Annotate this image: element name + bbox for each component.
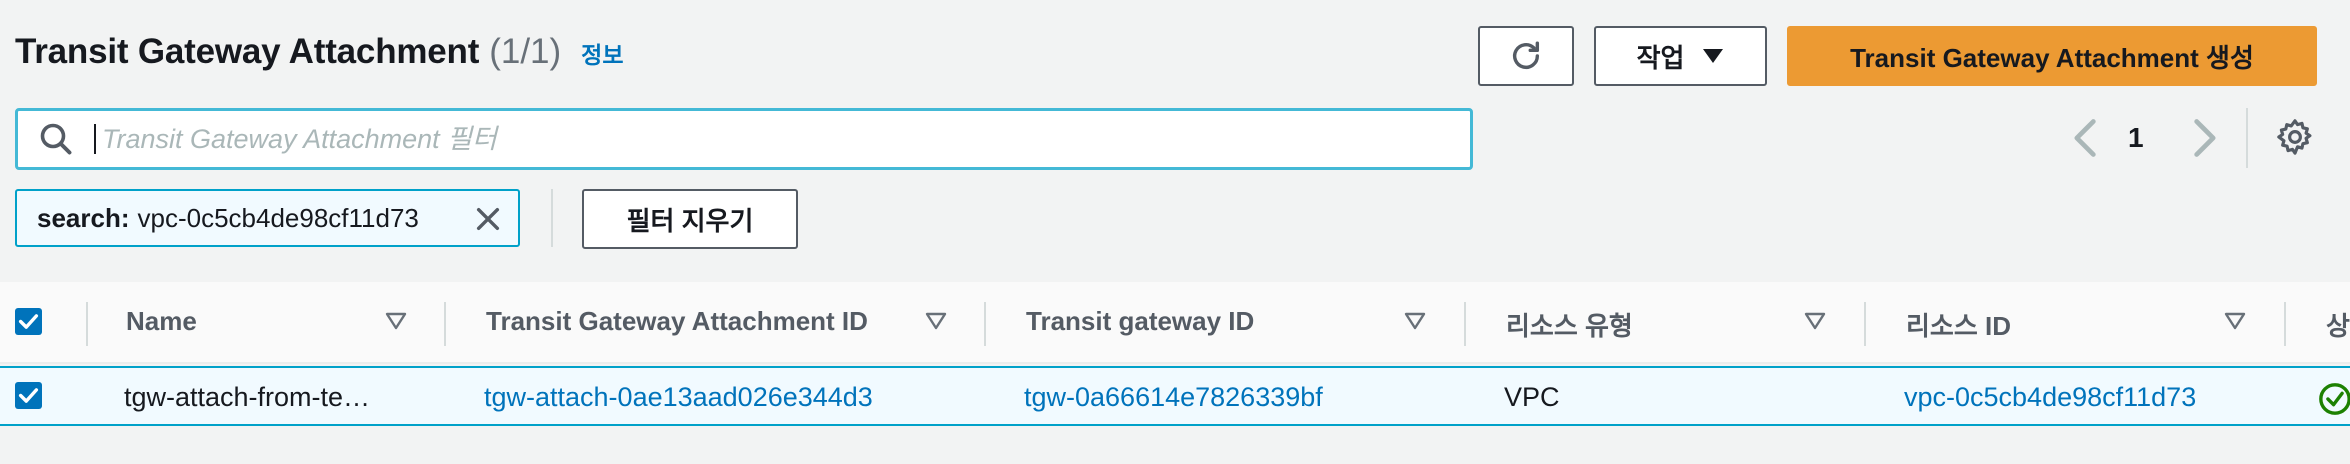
sort-icon[interactable] [1804,312,1826,330]
column-divider [444,302,446,346]
next-page-icon[interactable] [2184,116,2224,160]
close-icon[interactable] [472,203,504,235]
row-checkbox[interactable] [15,382,42,409]
current-page[interactable]: 1 [2128,122,2144,154]
column-divider [2284,302,2286,346]
cell-name: tgw-attach-from-te… [124,382,371,412]
column-header-name[interactable]: Name [126,306,197,337]
info-link[interactable]: 정보 [581,36,623,70]
gear-icon[interactable] [2276,118,2314,156]
cell-attachment-id-link[interactable]: tgw-attach-0ae13aad026e344d3 [484,382,873,413]
refresh-icon [1512,41,1540,69]
filter-token: search: vpc-0c5cb4de98cf11d73 [15,189,520,247]
cell-resource-id-link[interactable]: vpc-0c5cb4de98cf11d73 [1904,382,2196,413]
column-header-resource-id[interactable]: 리소스 ID [1906,306,2011,343]
page-title: Transit Gateway Attachment [15,32,480,71]
column-divider [984,302,986,346]
search-field[interactable] [15,108,1473,170]
select-all-checkbox[interactable] [15,308,42,335]
cell-resource-type: VPC [1504,382,1560,412]
refresh-button[interactable] [1478,26,1574,86]
sort-icon[interactable] [1404,312,1426,330]
column-divider [1464,302,1466,346]
status-available-icon [2319,383,2350,415]
divider [551,189,553,247]
sort-icon[interactable] [2224,312,2246,330]
column-header-tgw-id[interactable]: Transit gateway ID [1026,306,1254,337]
cell-tgw-id-link[interactable]: tgw-0a66614e7826339bf [1024,382,1323,413]
divider [2246,108,2248,168]
sort-icon[interactable] [385,312,407,330]
previous-page-icon[interactable] [2066,116,2106,160]
sort-icon[interactable] [925,312,947,330]
create-attachment-button[interactable]: Transit Gateway Attachment 생성 [1787,26,2317,86]
filter-token-key: search: [37,202,130,233]
column-header-attachment-id[interactable]: Transit Gateway Attachment ID [486,306,868,337]
clear-filters-button[interactable]: 필터 지우기 [582,189,798,249]
checkmark-icon [18,388,39,403]
column-divider [1864,302,1866,346]
page-header: Transit Gateway Attachment (1/1) 정보 [15,32,624,82]
filter-token-value: vpc-0c5cb4de98cf11d73 [137,202,419,233]
column-divider [86,302,88,346]
actions-label: 작업 [1636,42,1685,73]
column-header-status[interactable]: 상 [2326,306,2350,343]
checkmark-icon [18,314,39,329]
column-header-resource-type[interactable]: 리소스 유형 [1506,306,1633,343]
item-count: (1/1) [489,32,562,71]
text-cursor [94,124,96,154]
caret-down-icon [1703,49,1724,63]
search-input[interactable] [102,123,1402,155]
search-icon [40,123,72,155]
actions-button[interactable]: 작업 [1594,26,1767,86]
